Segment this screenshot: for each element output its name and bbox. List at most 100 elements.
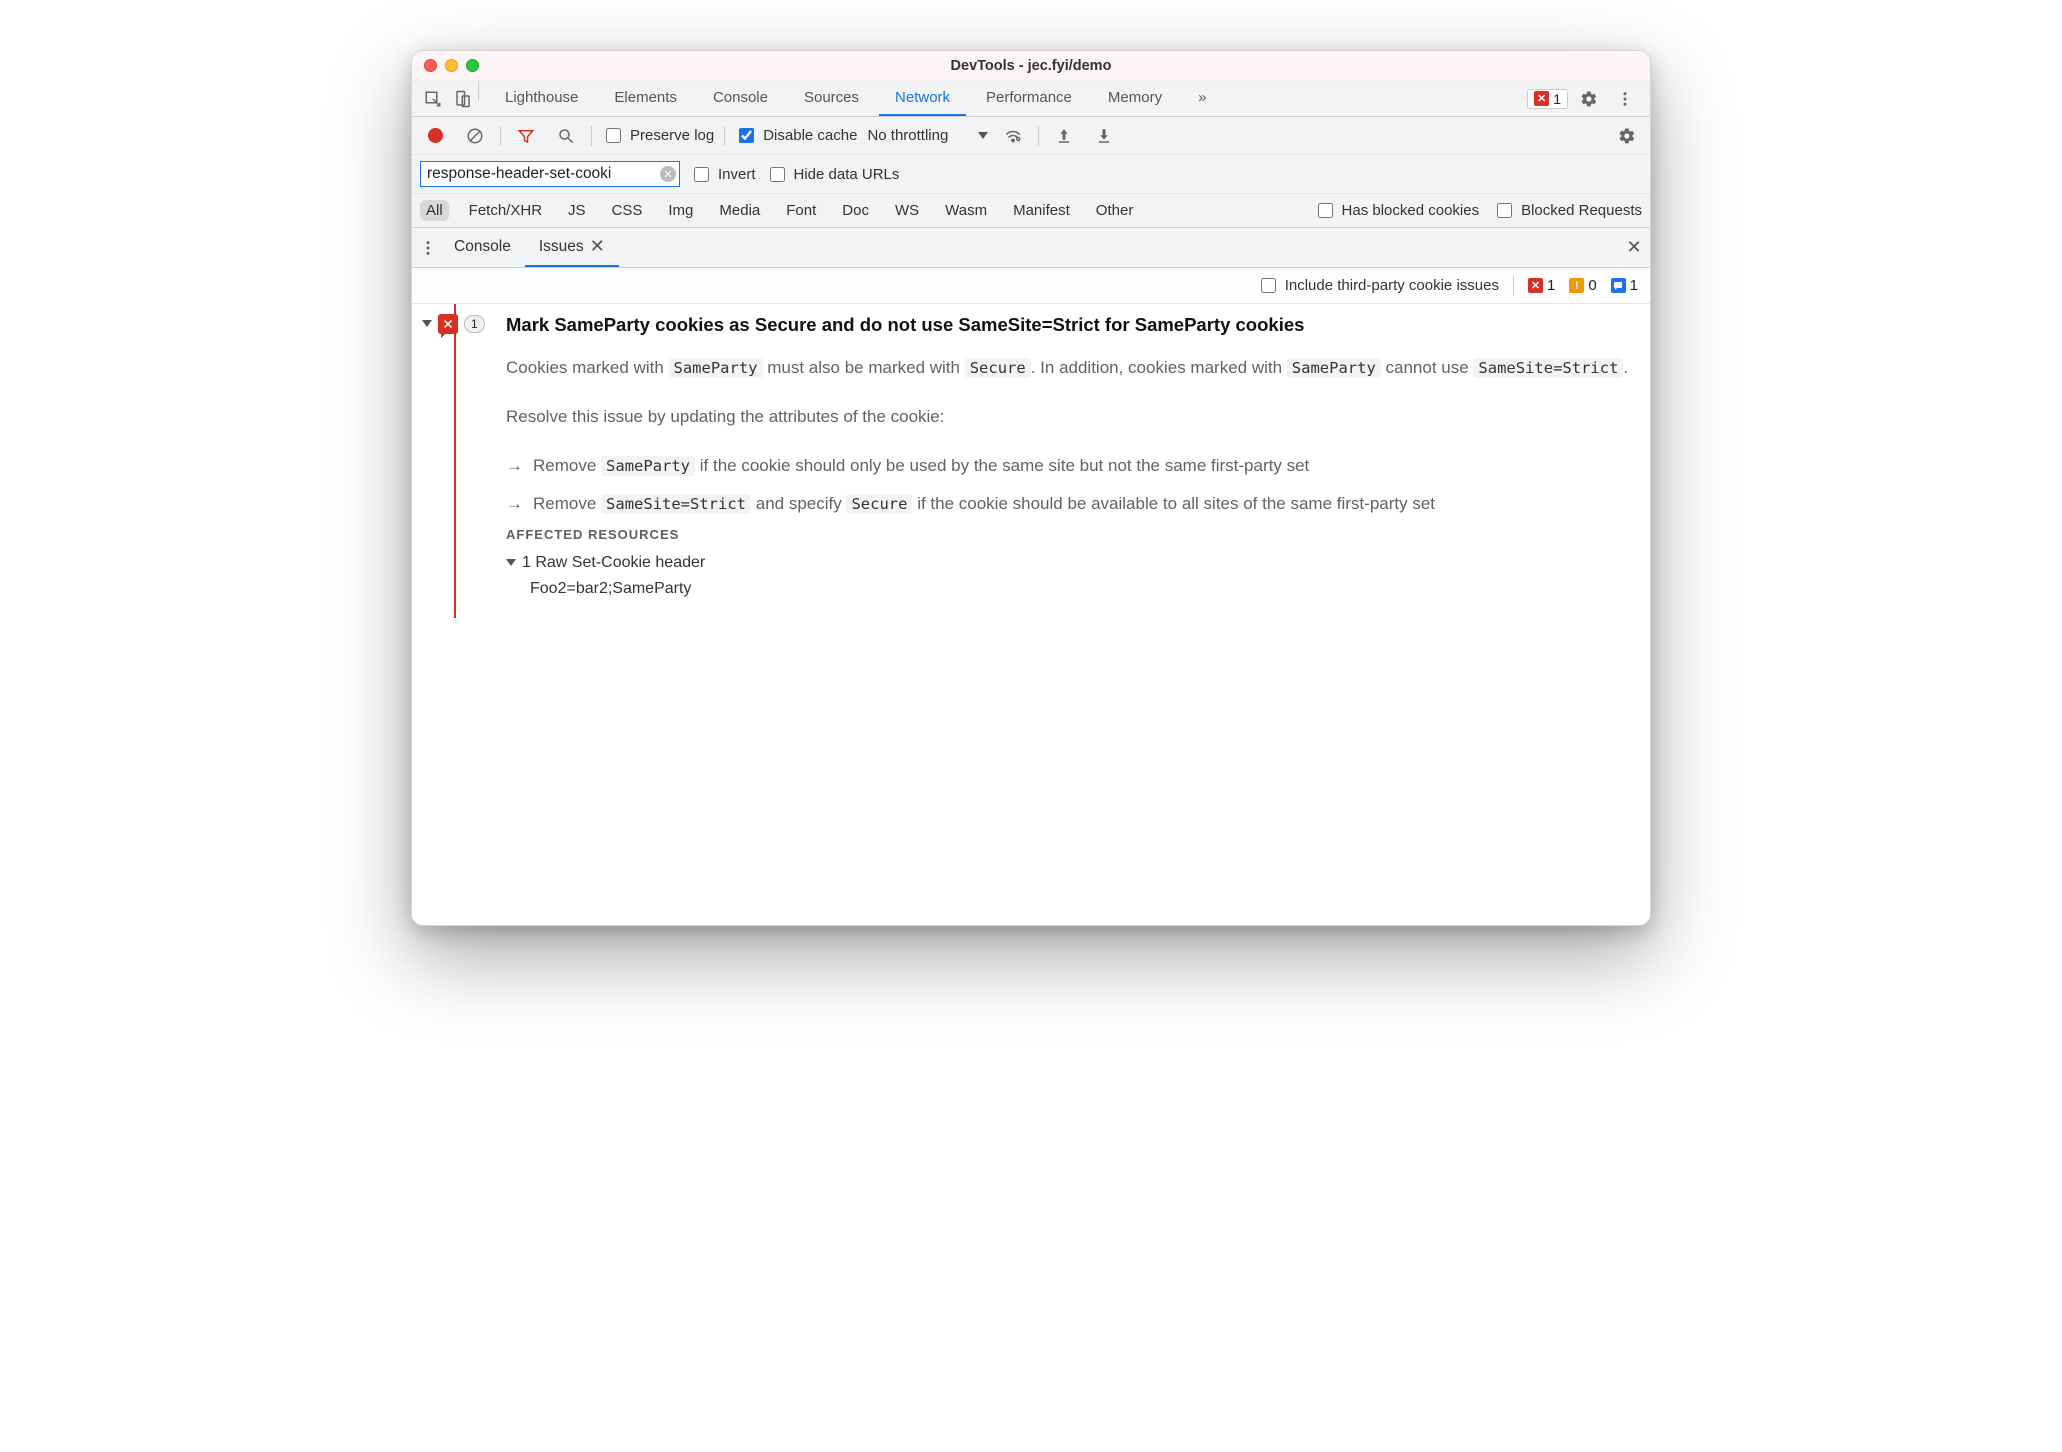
code-sameparty: SameParty [601, 456, 695, 476]
issue-suggestion-2: → Remove SameSite=Strict and specify Sec… [506, 490, 1636, 517]
type-font[interactable]: Font [780, 200, 822, 221]
throttling-select[interactable]: No throttling [867, 127, 988, 144]
include-third-party-label: Include third-party cookie issues [1285, 277, 1499, 294]
hide-data-urls-input[interactable] [770, 167, 785, 182]
warning-icon: ! [1569, 278, 1584, 293]
blocked-requests-checkbox[interactable]: Blocked Requests [1493, 200, 1642, 221]
close-icon[interactable]: ✕ [590, 236, 605, 257]
blocked-requests-input[interactable] [1497, 203, 1512, 218]
code-samesite-strict: SameSite=Strict [1473, 358, 1623, 378]
type-css[interactable]: CSS [606, 200, 649, 221]
chevron-down-icon [978, 132, 988, 139]
error-count-group[interactable]: ✕ 1 [1528, 277, 1555, 294]
tab-sources[interactable]: Sources [788, 81, 875, 116]
error-icon: ✕ [1534, 91, 1549, 106]
has-blocked-cookies-checkbox[interactable]: Has blocked cookies [1314, 200, 1480, 221]
drawer-tab-issues[interactable]: Issues ✕ [525, 228, 619, 267]
network-settings-gear-icon[interactable] [1612, 127, 1642, 145]
tab-console[interactable]: Console [697, 81, 784, 116]
tab-performance[interactable]: Performance [970, 81, 1088, 116]
arrow-icon: → [506, 490, 523, 517]
tab-memory[interactable]: Memory [1092, 81, 1178, 116]
type-manifest[interactable]: Manifest [1007, 200, 1076, 221]
type-img[interactable]: Img [662, 200, 699, 221]
network-controls: Preserve log Disable cache No throttling [412, 117, 1650, 155]
text: . [1623, 358, 1628, 377]
warning-count-value: 0 [1588, 277, 1596, 294]
issues-scroll[interactable]: 1 Mark SameParty cookies as Secure and d… [412, 304, 1650, 925]
device-toolbar-icon[interactable] [448, 81, 478, 116]
hide-data-urls-checkbox[interactable]: Hide data URLs [766, 164, 900, 185]
text: must also be marked with [763, 358, 965, 377]
tabs-overflow-button[interactable]: » [1182, 81, 1218, 116]
invert-checkbox[interactable]: Invert [690, 164, 756, 185]
preserve-log-label: Preserve log [630, 127, 714, 144]
include-third-party-input[interactable] [1261, 278, 1276, 293]
code-secure: Secure [965, 358, 1031, 378]
search-icon[interactable] [551, 127, 581, 145]
issue-description-1: Cookies marked with SameParty must also … [506, 354, 1636, 381]
raw-header-label: 1 Raw Set-Cookie header [522, 554, 705, 572]
drawer-tab-console[interactable]: Console [440, 228, 525, 267]
errors-badge[interactable]: ✕ 1 [1527, 89, 1568, 109]
text: . In addition, cookies marked with [1031, 358, 1287, 377]
raw-header-toggle[interactable]: 1 Raw Set-Cookie header [506, 554, 1636, 572]
tab-elements[interactable]: Elements [598, 81, 693, 116]
drawer-kebab-icon[interactable] [416, 228, 440, 267]
clear-filter-icon[interactable]: ✕ [660, 166, 676, 182]
main-tabbar: Lighthouse Elements Console Sources Netw… [412, 81, 1650, 117]
clear-button[interactable] [460, 127, 490, 145]
tab-network[interactable]: Network [879, 81, 966, 116]
info-count-group[interactable]: 1 [1611, 277, 1638, 294]
inspect-element-icon[interactable] [418, 81, 448, 116]
separator [1038, 126, 1039, 146]
type-other[interactable]: Other [1090, 200, 1140, 221]
issues-toolbar: Include third-party cookie issues ✕ 1 ! … [412, 268, 1650, 304]
filter-toggle-icon[interactable] [511, 127, 541, 145]
type-wasm[interactable]: Wasm [939, 200, 993, 221]
upload-har-icon[interactable] [1049, 127, 1079, 145]
issues-body: 1 Mark SameParty cookies as Secure and d… [412, 304, 1650, 925]
raw-header-value: Foo2=bar2;SameParty [506, 580, 1636, 598]
separator [478, 81, 479, 101]
arrow-icon: → [506, 452, 523, 479]
type-ws[interactable]: WS [889, 200, 925, 221]
type-js[interactable]: JS [562, 200, 592, 221]
hide-data-urls-label: Hide data URLs [794, 166, 900, 183]
filter-input[interactable] [420, 161, 680, 187]
code-sameparty: SameParty [669, 358, 763, 378]
tab-lighthouse[interactable]: Lighthouse [489, 81, 594, 116]
type-media[interactable]: Media [713, 200, 766, 221]
record-button[interactable] [420, 128, 450, 143]
type-doc[interactable]: Doc [836, 200, 875, 221]
preserve-log-checkbox[interactable]: Preserve log [602, 125, 714, 146]
code-sameparty: SameParty [1287, 358, 1381, 378]
expand-triangle-icon [506, 559, 516, 566]
type-fetch-xhr[interactable]: Fetch/XHR [463, 200, 548, 221]
kebab-menu-icon[interactable] [1610, 90, 1640, 108]
text: if the cookie should only be used by the… [695, 456, 1309, 475]
info-icon [1611, 278, 1626, 293]
type-all[interactable]: All [420, 200, 449, 221]
expand-triangle-icon[interactable] [422, 320, 432, 327]
network-conditions-icon[interactable] [998, 127, 1028, 145]
settings-gear-icon[interactable] [1574, 90, 1604, 108]
disable-cache-checkbox[interactable]: Disable cache [735, 125, 857, 146]
issue-item: 1 Mark SameParty cookies as Secure and d… [412, 304, 1650, 618]
issue-suggestion-1: → Remove SameParty if the cookie should … [506, 452, 1636, 479]
download-har-icon[interactable] [1089, 127, 1119, 145]
text: if the cookie should be available to all… [912, 494, 1435, 513]
preserve-log-input[interactable] [606, 128, 621, 143]
separator [724, 126, 725, 146]
disable-cache-input[interactable] [739, 128, 754, 143]
warning-count-group[interactable]: ! 0 [1569, 277, 1596, 294]
include-third-party-checkbox[interactable]: Include third-party cookie issues [1257, 275, 1499, 296]
main-tabs: Lighthouse Elements Console Sources Netw… [489, 81, 1527, 116]
type-filter-row: All Fetch/XHR JS CSS Img Media Font Doc … [412, 194, 1650, 228]
drawer-tab-issues-label: Issues [539, 238, 584, 256]
invert-input[interactable] [694, 167, 709, 182]
has-blocked-cookies-label: Has blocked cookies [1342, 202, 1480, 219]
disable-cache-label: Disable cache [763, 127, 857, 144]
drawer-close-icon[interactable]: ✕ [1622, 228, 1646, 267]
has-blocked-cookies-input[interactable] [1318, 203, 1333, 218]
